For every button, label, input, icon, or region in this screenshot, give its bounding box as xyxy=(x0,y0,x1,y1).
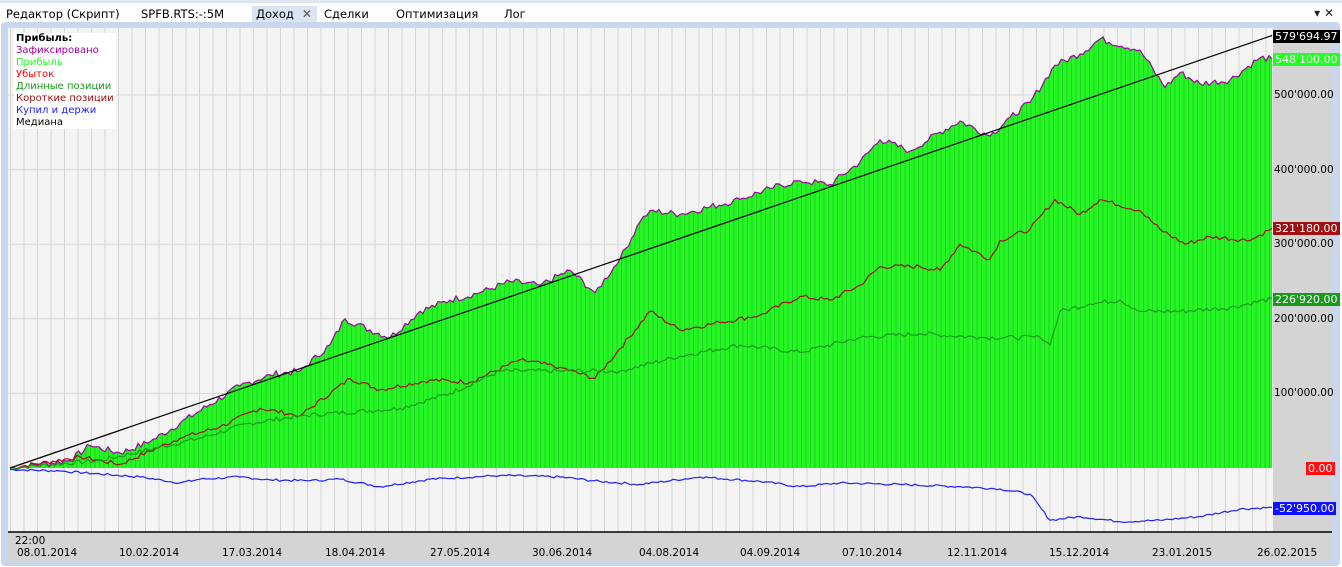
x-tick-label: 23.01.2015 xyxy=(1152,547,1213,559)
x-tick-label: 17.03.2014 xyxy=(222,547,283,559)
income-chart[interactable] xyxy=(0,0,1342,567)
y-tick-label: 500'000.00 xyxy=(1274,89,1334,101)
x-tick-label: 15.12.2014 xyxy=(1049,547,1110,559)
x-tick-label: 07.10.2014 xyxy=(842,547,903,559)
y-tick-label: 100'000.00 xyxy=(1274,387,1334,400)
x-tick-label: 27.05.2014 xyxy=(430,547,491,559)
last-value-label: 321'180.00 xyxy=(1273,222,1340,236)
legend-item[interactable]: Купил и держи xyxy=(16,105,114,117)
last-value-label: 226'920.00 xyxy=(1273,292,1340,306)
x-tick-label: 04.09.2014 xyxy=(740,547,801,559)
time-label: 22:00 xyxy=(15,535,46,547)
x-tick-label: 08.01.2014 xyxy=(17,547,78,559)
last-value-label: 0.00 xyxy=(1306,462,1335,475)
last-value-label: 548'100.00 xyxy=(1273,53,1340,67)
x-tick-label: 30.06.2014 xyxy=(532,547,593,559)
y-tick-label: 300'000.00 xyxy=(1274,238,1334,251)
legend-item[interactable]: Длинные позиции xyxy=(16,81,114,93)
x-tick-label: 18.04.2014 xyxy=(325,547,386,559)
legend-item[interactable]: Медиана xyxy=(16,117,114,129)
legend-item[interactable]: Зафиксировано xyxy=(16,45,114,57)
last-value-label: -52'950.00 xyxy=(1273,501,1337,515)
legend-item[interactable]: Убыток xyxy=(16,69,114,81)
x-tick-label: 04.08.2014 xyxy=(639,547,700,559)
last-value-label: 579'694.97 xyxy=(1273,29,1340,43)
x-tick-label: 10.02.2014 xyxy=(119,547,180,559)
legend-item[interactable]: Прибыль xyxy=(16,57,114,69)
y-axis-panel xyxy=(1273,28,1332,532)
y-tick-label: 400'000.00 xyxy=(1274,163,1334,176)
legend-item[interactable]: Короткие позиции xyxy=(16,93,114,105)
legend: Прибыль: Зафиксировано Прибыль Убыток Длинн… xyxy=(14,33,116,129)
x-tick-label: 26.02.2015 xyxy=(1257,547,1318,559)
y-tick-label: 200'000.00 xyxy=(1274,312,1334,325)
legend-title: Прибыль: xyxy=(16,33,73,44)
x-tick-label: 12.11.2014 xyxy=(947,547,1008,559)
